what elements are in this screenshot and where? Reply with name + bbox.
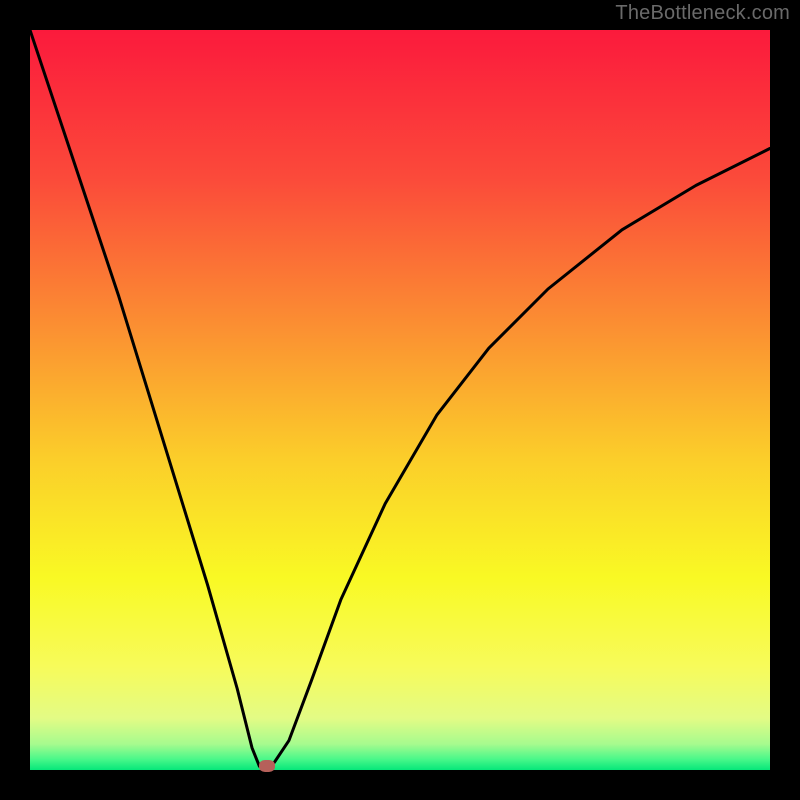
bottleneck-curve: [30, 30, 770, 770]
watermark-text: TheBottleneck.com: [615, 2, 790, 25]
optimum-marker: [259, 760, 275, 772]
chart-stage: TheBottleneck.com: [0, 0, 800, 800]
